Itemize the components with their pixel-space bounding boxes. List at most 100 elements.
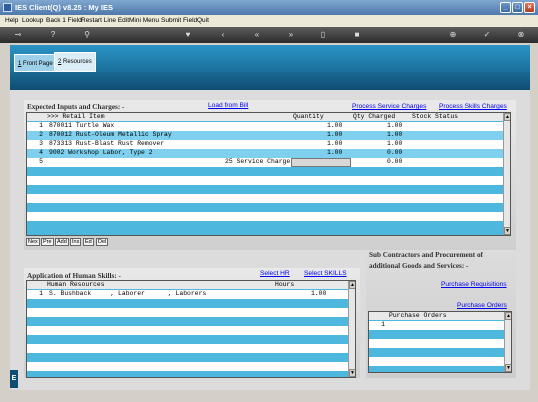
table-row[interactable] — [27, 344, 348, 353]
check-icon[interactable]: ✓ — [482, 30, 492, 40]
rewind-icon[interactable]: « — [252, 30, 262, 40]
skills-grid-scrollbar[interactable]: ▲ ▼ — [348, 281, 355, 377]
delete-button[interactable]: Del — [96, 238, 109, 246]
retail-item-cell: 870012 Rust-Oleum Metallic Spray — [49, 131, 172, 138]
row-number: 4 — [39, 149, 43, 156]
table-row[interactable] — [27, 221, 503, 230]
scroll-down-icon[interactable]: ▼ — [504, 227, 510, 235]
search-icon[interactable]: ⚲ — [82, 30, 92, 40]
add-icon[interactable]: ⊕ — [448, 30, 458, 40]
process-service-charges-link[interactable]: Process Service Charges — [352, 103, 426, 110]
heart-icon[interactable]: ♥ — [183, 30, 193, 40]
table-row[interactable]: 1 — [369, 321, 504, 330]
process-skills-charges-link[interactable]: Process Skills Charges — [439, 103, 507, 110]
col-human-resources: Human Resources — [47, 281, 105, 288]
table-row[interactable] — [27, 317, 348, 326]
tab-front-page-label: Front Page — [21, 61, 53, 67]
select-hr-link[interactable]: Select HR — [260, 270, 290, 277]
human-skills-title: Application of Human Skills: - — [27, 272, 121, 280]
col-quantity: Quantity — [293, 113, 324, 120]
subcontractors-panel: Sub Contractors and Procurement of addit… — [366, 250, 516, 378]
quantity-cell: 1.00 — [327, 149, 343, 156]
toolbar: ⊸ ? ⚲ ♥ ‹ « » ▯ ■ ⊕ ✓ ⊗ — [0, 27, 538, 43]
row-number: 1 — [381, 321, 385, 328]
add-button[interactable]: Add — [55, 238, 69, 246]
col-qty-charged: Qty Charged — [353, 113, 396, 120]
row-number: 1 — [39, 290, 43, 297]
expected-inputs-panel: Expected Inputs and Charges: - Load from… — [24, 100, 516, 250]
table-row[interactable] — [27, 203, 503, 212]
menu-lookup[interactable]: Lookup — [22, 17, 43, 24]
cancel-icon[interactable]: ⊗ — [516, 30, 526, 40]
tab-resources-label: Resources — [61, 59, 92, 65]
table-row[interactable] — [27, 185, 503, 194]
purchase-requisitions-link[interactable]: Purchase Requisitions — [441, 281, 507, 288]
qty-charged-cell: 0.00 — [387, 149, 403, 156]
quantity-cell: 1.00 — [327, 131, 343, 138]
next-button[interactable]: Nex — [26, 238, 40, 246]
tab-front-page[interactable]: 1 Front Page — [14, 54, 57, 72]
scroll-up-icon[interactable]: ▲ — [504, 113, 510, 121]
table-row[interactable]: 2 870012 Rust-Oleum Metallic Spray 1.00 … — [27, 131, 503, 140]
table-row[interactable] — [27, 362, 348, 371]
qty-charged-cell: 0.00 — [387, 158, 403, 165]
human-skills-grid: Human Resources Hours 1 S. Bushback , La… — [26, 280, 356, 378]
back-icon[interactable]: ‹ — [218, 30, 228, 40]
menu-mini-menu[interactable]: Mini Menu — [129, 17, 159, 24]
page-icon[interactable]: ▯ — [318, 30, 328, 40]
menu-quit[interactable]: Quit — [197, 17, 209, 24]
scroll-up-icon[interactable]: ▲ — [349, 281, 355, 289]
scroll-down-icon[interactable]: ▼ — [349, 369, 355, 377]
purchase-orders-link[interactable]: Purchase Orders — [457, 302, 507, 309]
table-row[interactable] — [369, 330, 504, 339]
table-row[interactable] — [27, 212, 503, 221]
load-from-bill-link[interactable]: Load from Bill — [208, 102, 248, 109]
table-row[interactable] — [27, 299, 348, 308]
forward-icon[interactable]: » — [286, 30, 296, 40]
table-row[interactable] — [369, 339, 504, 348]
quantity-cell: 1.00 — [327, 140, 343, 147]
table-row[interactable] — [27, 194, 503, 203]
maximize-button[interactable]: □ — [512, 2, 523, 13]
menu-back-1-field[interactable]: Back 1 Field — [46, 17, 82, 24]
scroll-up-icon[interactable]: ▲ — [505, 312, 511, 320]
table-row[interactable] — [27, 308, 348, 317]
menu-restart-line-edit[interactable]: Restart Line Edit — [81, 17, 129, 24]
select-skills-link[interactable]: Select SKILLS — [304, 270, 347, 277]
row-number: 2 — [39, 131, 43, 138]
expected-grid-scrollbar[interactable]: ▲ ▼ — [503, 113, 510, 235]
col-retail-item: >>> Retail Item — [47, 113, 105, 120]
table-row[interactable] — [27, 167, 503, 176]
close-button[interactable]: × — [524, 2, 535, 13]
tab-resources[interactable]: 2 Resources — [54, 52, 96, 72]
stop-icon[interactable]: ■ — [352, 30, 362, 40]
qty-charged-cell: 1.00 — [387, 131, 403, 138]
table-row[interactable]: 1 S. Bushback , Laborer , Laborers 1.00 — [27, 290, 348, 299]
table-row[interactable]: 4 9002 Workshop Labor, Type 2 1.00 0.00 — [27, 149, 503, 158]
tab-strip-band — [10, 72, 530, 90]
menu-submit-field[interactable]: Submit Field — [161, 17, 197, 24]
help-icon[interactable]: ? — [48, 30, 58, 40]
insert-button[interactable]: Ins — [70, 238, 82, 246]
scroll-down-icon[interactable]: ▼ — [505, 364, 511, 372]
previous-button[interactable]: Pre — [41, 238, 54, 246]
table-row[interactable]: 3 873313 Rust-Blast Rust Remover 1.00 1.… — [27, 140, 503, 149]
minimize-button[interactable]: _ — [500, 2, 511, 13]
table-row[interactable] — [27, 353, 348, 362]
table-row[interactable]: 1 870011 Turtle Wax 1.00 1.00 — [27, 122, 503, 131]
table-row[interactable] — [27, 326, 348, 335]
table-row[interactable] — [369, 348, 504, 357]
edit-button[interactable]: Ed — [83, 238, 94, 246]
menu-bar: Help Lookup Back 1 Field Restart Line Ed… — [0, 15, 538, 27]
table-row[interactable] — [27, 176, 503, 185]
human-skills-panel: Application of Human Skills: - Select HR… — [24, 268, 360, 378]
menu-help[interactable]: Help — [5, 17, 18, 24]
table-row[interactable] — [369, 357, 504, 366]
service-charge-input[interactable] — [291, 158, 351, 167]
col-stock-status: Stock Status — [412, 113, 459, 120]
table-row[interactable]: 5 25 Service Charge 0.00 — [27, 158, 503, 167]
key-icon[interactable]: ⊸ — [8, 30, 28, 40]
human-resource-cell: S. Bushback , Laborer , Laborers — [49, 290, 207, 297]
table-row[interactable] — [27, 335, 348, 344]
po-grid-scrollbar[interactable]: ▲ ▼ — [504, 312, 511, 372]
